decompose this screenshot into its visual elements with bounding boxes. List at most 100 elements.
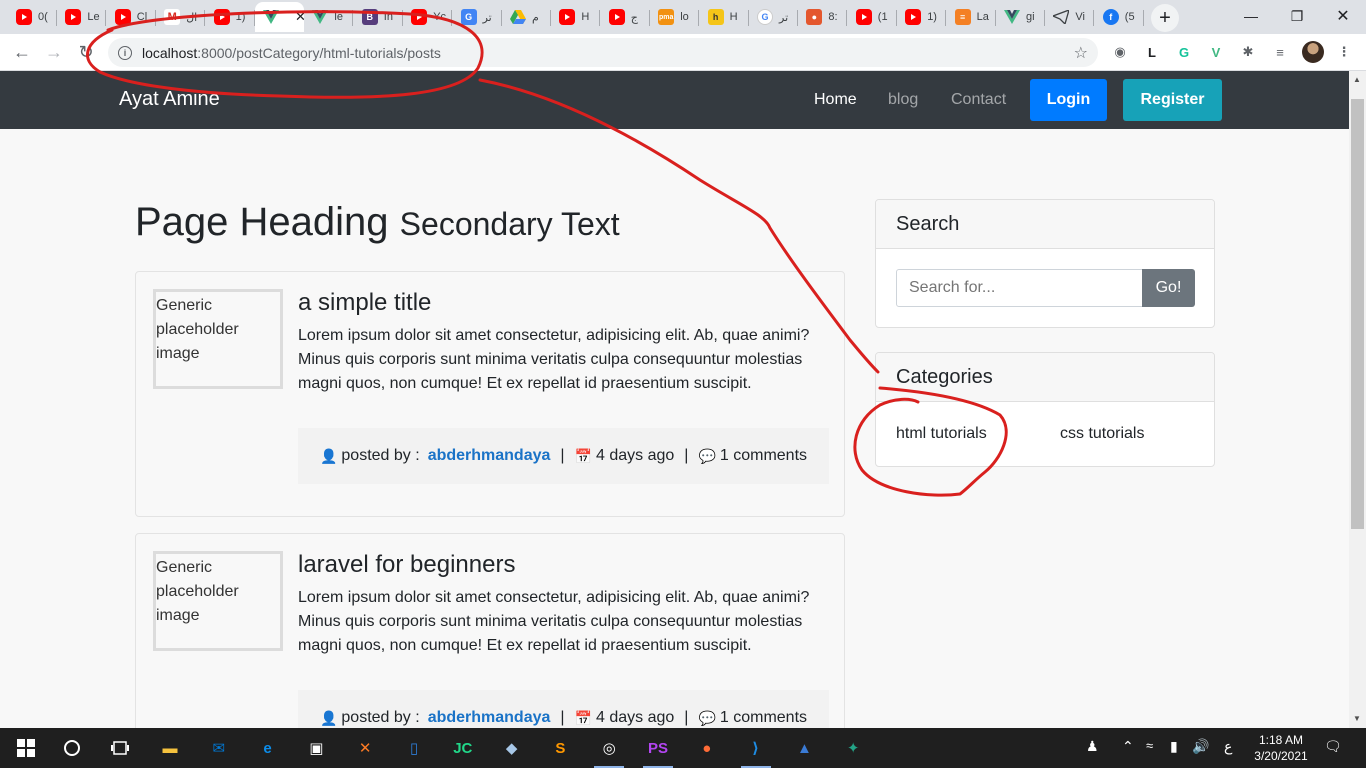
- browser-tab[interactable]: م: [502, 2, 551, 32]
- jetbrains-icon[interactable]: JC: [451, 736, 475, 760]
- tab-label: (5: [1124, 11, 1135, 23]
- battery-icon[interactable]: ▮: [1170, 738, 1178, 755]
- system-clock[interactable]: 1:18 AM 3/20/2021: [1246, 732, 1316, 764]
- photos-icon[interactable]: ▲: [792, 736, 816, 760]
- box-icon[interactable]: ◆: [500, 736, 524, 760]
- sublime-icon[interactable]: S: [548, 736, 572, 760]
- grammarly-icon[interactable]: G: [1174, 42, 1194, 62]
- browser-tab[interactable]: Cl: [107, 2, 156, 32]
- browser-tab[interactable]: G تر: [453, 2, 502, 32]
- nav-contact-link[interactable]: Contact: [951, 91, 1006, 109]
- browser-tab[interactable]: B In: [354, 2, 403, 32]
- youtube-icon: [905, 9, 922, 25]
- forward-icon[interactable]: →: [40, 38, 68, 66]
- post-excerpt: Lorem ipsum dolor sit amet consectetur, …: [298, 589, 810, 654]
- youtube-icon: [65, 9, 82, 25]
- browser-tab[interactable]: 1): [897, 2, 947, 32]
- search-go-button[interactable]: Go!: [1142, 269, 1195, 307]
- reload-icon[interactable]: ↻: [72, 38, 100, 66]
- category-html-tutorials[interactable]: html tutorials: [896, 425, 987, 443]
- site-info-icon[interactable]: i: [118, 45, 132, 60]
- task-view-icon[interactable]: [108, 736, 132, 760]
- browser-tab[interactable]: f (5: [1095, 2, 1144, 32]
- browser-tab[interactable]: hH: [700, 2, 749, 32]
- vue-devtools-icon[interactable]: V: [1206, 42, 1226, 62]
- gitkraken-icon[interactable]: ✦: [841, 736, 865, 760]
- explorer-icon[interactable]: ▬: [158, 736, 182, 760]
- store-icon[interactable]: ▣: [304, 736, 328, 760]
- meta-separator: |: [684, 709, 689, 726]
- browser-tab[interactable]: Yc: [403, 2, 453, 32]
- post-title[interactable]: a simple title: [298, 289, 431, 317]
- profile-avatar[interactable]: [1302, 41, 1324, 63]
- browser-tab[interactable]: 0(: [8, 2, 57, 32]
- browser-tab[interactable]: 1): [206, 2, 255, 32]
- language-indicator[interactable]: ع: [1224, 738, 1232, 755]
- address-bar[interactable]: i localhost:8000/postCategory/html-tutor…: [108, 38, 1098, 67]
- browser-tab[interactable]: Le: [57, 2, 107, 32]
- login-button[interactable]: Login: [1030, 79, 1107, 121]
- wifi-icon[interactable]: ≈: [1146, 738, 1153, 753]
- browser-tab[interactable]: H: [551, 2, 601, 32]
- search-circle-icon[interactable]: [60, 736, 84, 760]
- site-brand[interactable]: Ayat Amine: [119, 88, 220, 111]
- xampp-icon[interactable]: ✕: [353, 736, 377, 760]
- browser-tab[interactable]: pma lo: [650, 2, 700, 32]
- vscode-icon[interactable]: ⟩: [744, 736, 768, 760]
- close-tab-icon[interactable]: ✕: [295, 9, 304, 25]
- browser-tab[interactable]: ≡ La: [947, 2, 996, 32]
- puzzle-icon[interactable]: ✱: [1238, 42, 1258, 62]
- back-icon[interactable]: ←: [8, 38, 36, 66]
- chrome-icon[interactable]: ◎: [597, 736, 621, 760]
- close-window-button[interactable]: ✕: [1320, 0, 1366, 32]
- people-icon[interactable]: ♟: [1086, 738, 1099, 755]
- author-link[interactable]: abderhmandaya: [428, 447, 551, 465]
- tab-label: 8:: [828, 11, 838, 23]
- scroll-down-icon[interactable]: ▼: [1353, 714, 1361, 723]
- calendar-icon: 📅: [574, 709, 592, 726]
- l-extension-icon[interactable]: L: [1142, 42, 1162, 62]
- browser-tab[interactable]: ✕: [255, 2, 304, 32]
- browser-tab[interactable]: le: [304, 2, 354, 32]
- post-comments[interactable]: 1 comments: [720, 709, 807, 727]
- post-comments[interactable]: 1 comments: [720, 447, 807, 465]
- mail-icon[interactable]: ✉: [207, 736, 231, 760]
- browser-tab[interactable]: M ال: [156, 2, 206, 32]
- scroll-thumb[interactable]: [1351, 99, 1364, 529]
- tray-chevron-icon[interactable]: ⌃: [1122, 738, 1134, 755]
- bookmark-star-icon[interactable]: ☆: [1074, 43, 1088, 63]
- phpstorm-icon[interactable]: PS: [646, 736, 670, 760]
- restore-button[interactable]: ❐: [1274, 0, 1320, 32]
- tab-label: La: [976, 11, 989, 23]
- register-button[interactable]: Register: [1123, 79, 1222, 121]
- tab-label: ج: [630, 11, 638, 24]
- search-input[interactable]: [896, 269, 1143, 307]
- new-tab-button[interactable]: +: [1151, 4, 1179, 32]
- browser-tab[interactable]: ● 8:: [798, 2, 848, 32]
- camera-icon[interactable]: ◉: [1110, 42, 1130, 62]
- post-image-placeholder: Generic placeholder image: [153, 551, 283, 651]
- postman-icon[interactable]: ●: [695, 736, 719, 760]
- edge-icon[interactable]: e: [256, 736, 280, 760]
- category-css-tutorials[interactable]: css tutorials: [1060, 425, 1144, 443]
- tab-label: (1: [877, 11, 888, 23]
- youtube-icon: [608, 9, 625, 25]
- browser-menu-icon[interactable]: ⋮: [1334, 42, 1354, 62]
- browser-tab[interactable]: Vi: [1045, 2, 1095, 32]
- nav-home-link[interactable]: Home: [814, 91, 857, 109]
- author-link[interactable]: abderhmandaya: [428, 709, 551, 727]
- browser-tab[interactable]: (1: [848, 2, 897, 32]
- unknown-app-icon[interactable]: ▯: [402, 736, 426, 760]
- browser-tab[interactable]: G تر: [749, 2, 798, 32]
- page-scrollbar[interactable]: ▲ ▼: [1349, 71, 1366, 728]
- notifications-icon[interactable]: 🗨: [1324, 738, 1342, 755]
- windows-start-icon[interactable]: [14, 736, 38, 760]
- nav-blog-link[interactable]: blog: [888, 91, 918, 109]
- minimize-button[interactable]: —: [1228, 0, 1274, 32]
- playlist-icon[interactable]: ≡: [1270, 42, 1290, 62]
- browser-tab[interactable]: gi: [996, 2, 1045, 32]
- volume-icon[interactable]: 🔊: [1192, 738, 1209, 755]
- post-title[interactable]: laravel for beginners: [298, 551, 515, 579]
- scroll-up-icon[interactable]: ▲: [1353, 75, 1361, 84]
- browser-tab[interactable]: ج: [601, 2, 650, 32]
